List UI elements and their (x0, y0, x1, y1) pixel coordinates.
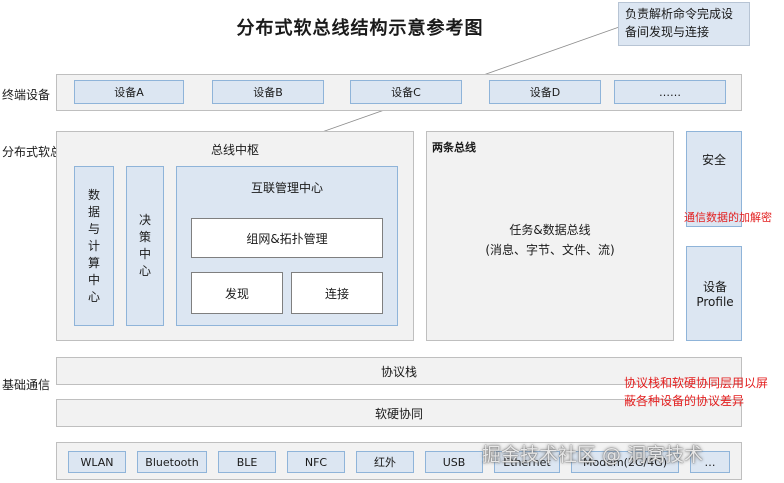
two-buses-title: 两条总线 (432, 141, 476, 154)
watermark: 掘金技术社区 @ 洞窝技术 (482, 444, 704, 466)
basic-communication-label: 基础通信 (2, 378, 51, 392)
protocol-nfc: NFC (287, 451, 345, 473)
device-profile-box: 设备 Profile (686, 246, 742, 341)
network-topology-box: 组网&拓扑管理 (191, 218, 383, 258)
protocol-usb: USB (425, 451, 483, 473)
basic-communication-note: 协议栈和软硬协同层用以屏蔽各种设备的协议差异 (624, 376, 769, 408)
device-d: 设备D (489, 80, 601, 104)
connect-box: 连接 (291, 272, 383, 314)
interconnect-title: 互联管理中心 (250, 180, 323, 195)
terminal-devices-label: 终端设备 (2, 88, 51, 102)
protocol-stack-label: 协议栈 (380, 364, 417, 379)
protocol-infrared: 红外 (356, 451, 414, 473)
task-data-bus: 任务&数据总线 (509, 222, 591, 237)
device-a: 设备A (74, 80, 184, 104)
security-note: 通信数据的加解密 (684, 211, 772, 224)
security-label: 安全 (701, 152, 726, 167)
protocol-ble: BLE (218, 451, 276, 473)
callout-note: 负责解析命令完成设备间发现与连接 (618, 2, 750, 46)
bus-hub-title: 总线中枢 (210, 142, 259, 157)
device-profile-line2: Profile (696, 295, 734, 309)
discover-box: 发现 (191, 272, 283, 314)
data-compute-center: 数 据 与 计 算 中 心 (74, 166, 114, 326)
protocol-wlan: WLAN (68, 451, 126, 473)
device-profile-line1: 设备 (702, 280, 727, 294)
task-data-bus-detail: (消息、字节、文件、流) (485, 242, 615, 257)
protocol-bluetooth: Bluetooth (137, 451, 207, 473)
hw-sw-coordination-label: 软硬协同 (374, 406, 423, 421)
device-b: 设备B (212, 80, 324, 104)
device-more: …… (614, 80, 726, 104)
device-c: 设备C (350, 80, 462, 104)
decision-center: 决 策 中 心 (126, 166, 164, 326)
